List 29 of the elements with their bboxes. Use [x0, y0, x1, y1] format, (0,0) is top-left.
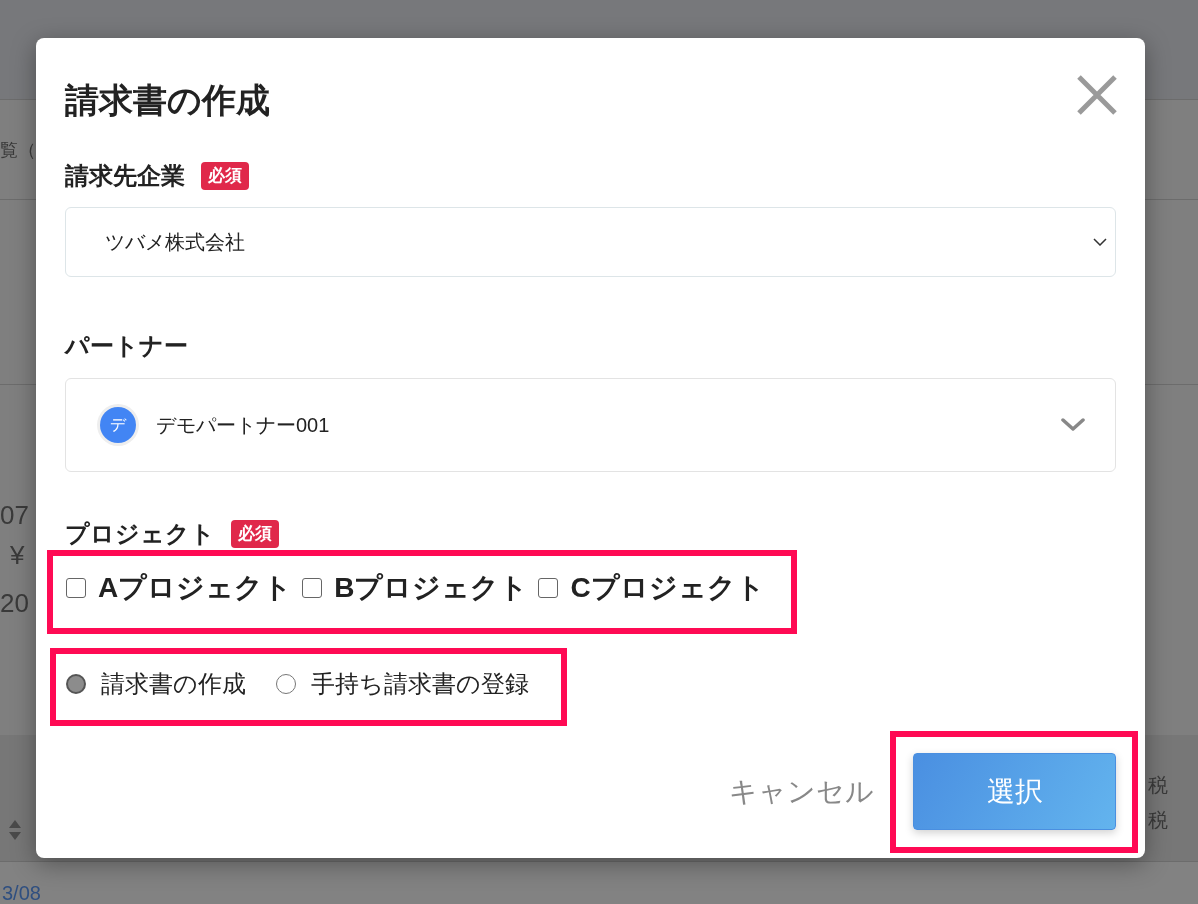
checkbox[interactable] — [302, 578, 323, 598]
dialog-title: 請求書の作成 — [65, 80, 270, 121]
radio-label[interactable]: 請求書の作成 — [101, 666, 246, 702]
select-field[interactable]: ツバメ株式会社 — [65, 207, 1116, 277]
cancel-button[interactable]: キャンセル — [729, 772, 874, 812]
chevron-icon — [1093, 238, 1107, 246]
column-header-text: 税 — [1148, 773, 1168, 798]
checkbox-label[interactable]: Cプロジェクト — [570, 570, 765, 606]
checkbox[interactable] — [538, 578, 559, 598]
select-field[interactable]: デ デモパートナー001 — [65, 378, 1116, 472]
required-badge: 必須 — [231, 520, 279, 548]
column-header-text: 税 — [1148, 808, 1168, 833]
value-text: 07 — [0, 499, 29, 532]
avatar: デ — [100, 407, 136, 443]
field-label: 請求先企業 — [65, 161, 185, 191]
checkbox-label[interactable]: Bプロジェクト — [334, 570, 529, 606]
radio-button[interactable] — [276, 674, 296, 694]
value-text: ¥ — [10, 539, 25, 572]
checkbox[interactable] — [66, 578, 86, 598]
page-heading-text: 覧（ — [0, 138, 36, 162]
close-icon[interactable] — [1077, 75, 1117, 115]
radio-label[interactable]: 手持ち請求書の登録 — [311, 666, 529, 702]
required-badge: 必須 — [201, 162, 249, 190]
field-label: パートナー — [65, 331, 188, 361]
chevron-icon — [1061, 418, 1085, 432]
value-text: 20 — [0, 587, 29, 620]
field-label: プロジェクト — [65, 519, 215, 549]
checkbox-label[interactable]: Aプロジェクト — [98, 570, 293, 606]
radio-button[interactable] — [66, 674, 86, 694]
